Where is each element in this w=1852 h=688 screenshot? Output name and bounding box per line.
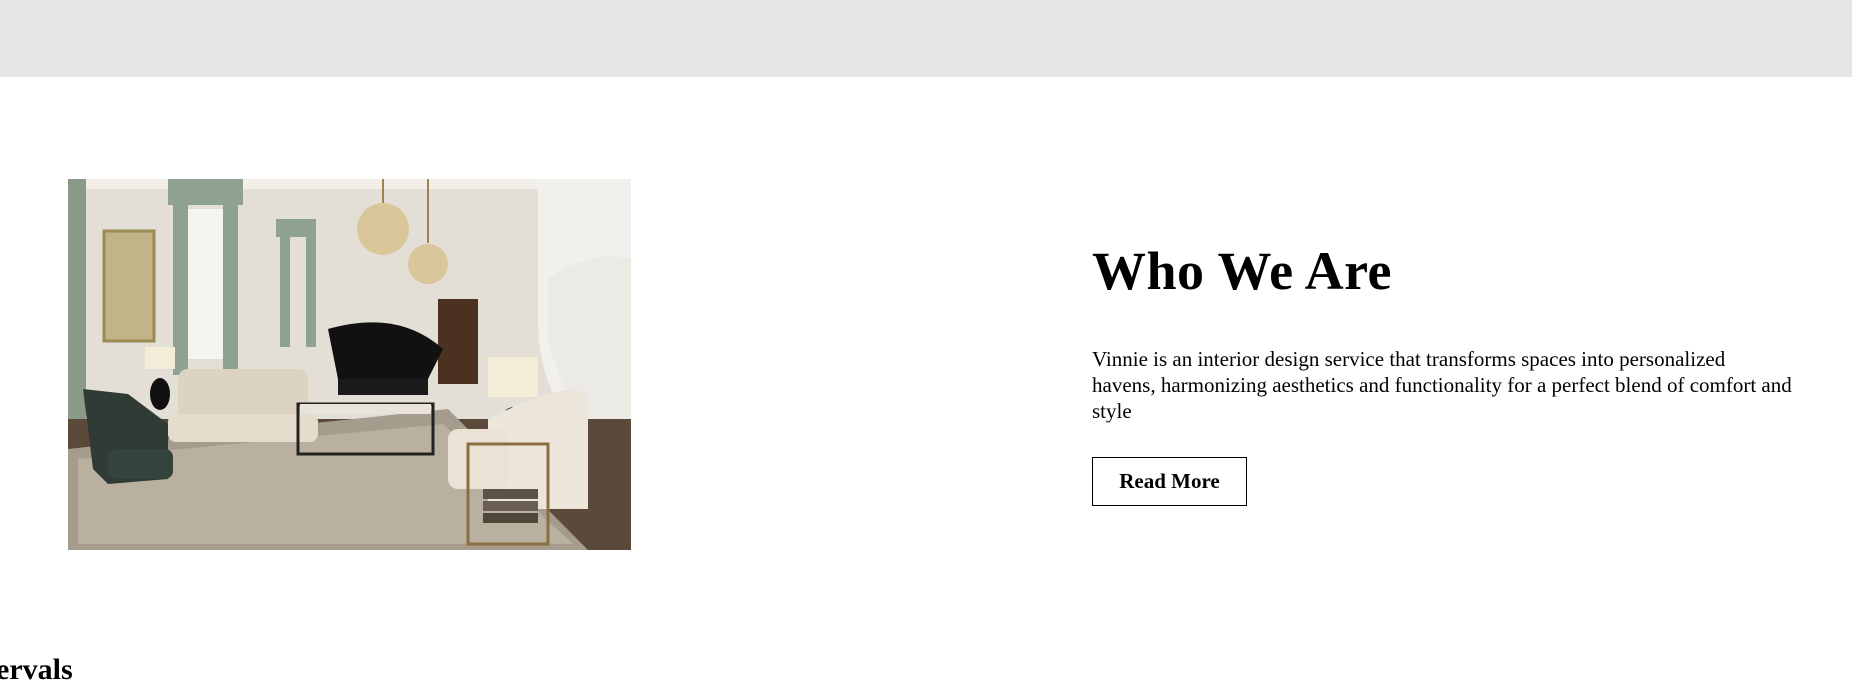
section-title: Who We Are <box>1092 241 1393 301</box>
living-room-illustration <box>68 179 631 550</box>
section-description: Vinnie is an interior design service tha… <box>1092 347 1792 423</box>
living-room-photo <box>68 179 631 550</box>
next-section-heading: ervals <box>0 653 73 686</box>
read-more-button[interactable]: Read More <box>1092 457 1247 506</box>
who-we-are-section: Who We Are Vinnie is an interior design … <box>1092 236 1792 506</box>
top-banner-strip <box>0 0 1852 77</box>
